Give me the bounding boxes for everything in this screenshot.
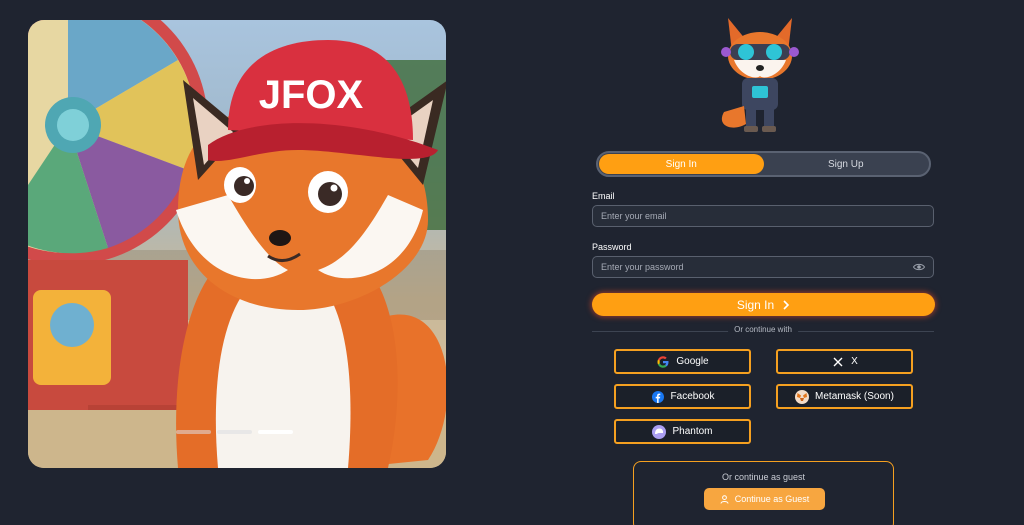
x-icon bbox=[831, 355, 845, 369]
password-field[interactable] bbox=[601, 262, 913, 272]
metamask-label: Metamask (Soon) bbox=[815, 391, 894, 402]
email-field[interactable] bbox=[601, 211, 925, 221]
user-icon bbox=[720, 494, 729, 504]
sign-in-button[interactable]: Sign In bbox=[592, 293, 935, 316]
google-icon bbox=[656, 355, 670, 369]
phantom-icon bbox=[652, 424, 667, 439]
fox-mascot-illustration: JFOX bbox=[28, 20, 446, 468]
x-login-button[interactable]: X bbox=[776, 349, 913, 374]
continue-as-guest-label: Continue as Guest bbox=[734, 494, 810, 504]
auth-tabs: Sign In Sign Up bbox=[596, 151, 931, 177]
password-label: Password bbox=[592, 242, 632, 252]
facebook-login-button[interactable]: Facebook bbox=[614, 384, 751, 409]
carousel-dot-active[interactable] bbox=[258, 430, 293, 434]
chevron-right-icon bbox=[783, 299, 790, 310]
facebook-icon bbox=[651, 390, 665, 404]
email-field-wrapper bbox=[592, 205, 934, 227]
google-label: Google bbox=[676, 356, 709, 367]
phantom-login-button[interactable]: Phantom bbox=[614, 419, 751, 444]
guest-panel: Or continue as guest Continue as Guest bbox=[633, 461, 894, 525]
password-field-wrapper bbox=[592, 256, 934, 278]
carousel-dot[interactable] bbox=[176, 430, 211, 434]
x-label: X bbox=[851, 356, 858, 367]
sign-in-button-label: Sign In bbox=[736, 297, 775, 312]
email-label: Email bbox=[592, 191, 615, 201]
guest-title: Or continue as guest bbox=[721, 472, 806, 482]
metamask-login-button[interactable]: Metamask (Soon) bbox=[776, 384, 913, 409]
carousel-indicators bbox=[176, 430, 293, 434]
tab-sign-in[interactable]: Sign In bbox=[599, 154, 764, 174]
facebook-label: Facebook bbox=[670, 391, 715, 402]
divider-text: Or continue with bbox=[728, 325, 798, 334]
continue-as-guest-button[interactable]: Continue as Guest bbox=[704, 488, 825, 510]
tab-sign-up[interactable]: Sign Up bbox=[764, 154, 929, 174]
eye-icon[interactable] bbox=[913, 262, 925, 272]
phantom-label: Phantom bbox=[672, 426, 713, 437]
fox-logo bbox=[721, 18, 799, 132]
carousel-dot[interactable] bbox=[217, 430, 252, 434]
cap-logo-text: JFOX bbox=[259, 73, 364, 117]
google-login-button[interactable]: Google bbox=[614, 349, 751, 374]
metamask-icon bbox=[795, 389, 810, 404]
continue-divider: Or continue with bbox=[592, 325, 934, 337]
hero-image: JFOX bbox=[28, 20, 446, 468]
